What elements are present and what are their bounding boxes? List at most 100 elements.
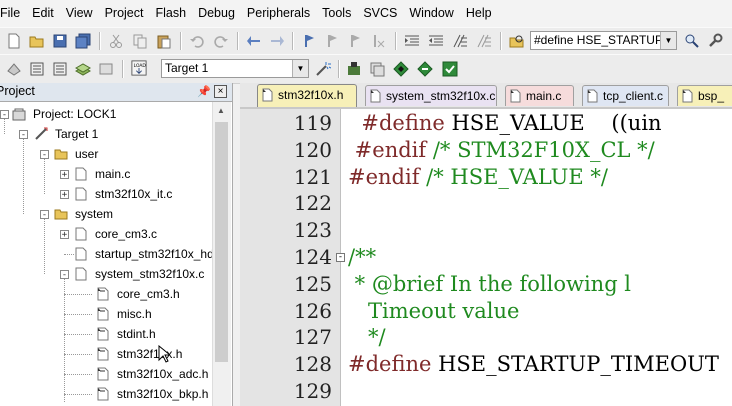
- pack-installer-icon[interactable]: [417, 61, 433, 77]
- h-file-icon: [96, 307, 110, 321]
- menu-svcs[interactable]: SVCS: [357, 0, 403, 27]
- tree-item[interactable]: stm32f10x_adc.h: [0, 364, 212, 384]
- manage-components-icon[interactable]: [346, 61, 362, 77]
- code-directive: #endif: [348, 164, 427, 189]
- tree-item[interactable]: stm32f10x_bkp.h: [0, 384, 212, 404]
- menu-tools[interactable]: Tools: [316, 0, 357, 27]
- new-file-icon[interactable]: [6, 33, 22, 49]
- download-load-icon[interactable]: LOAD: [131, 60, 147, 76]
- menu-window[interactable]: Window: [403, 0, 459, 27]
- tree-item[interactable]: stm32f10x.h: [0, 344, 212, 364]
- navigate-back-icon[interactable]: [246, 33, 262, 49]
- tab-system-stm32f10x-c[interactable]: system_stm32f10x.c: [365, 85, 497, 106]
- tree-item-label: Project: LOCK1: [33, 107, 117, 121]
- build-icon[interactable]: [29, 61, 45, 77]
- target-combo[interactable]: Target 1 ▼: [161, 59, 309, 78]
- tree-item[interactable]: + stm32f10x_it.c: [0, 184, 212, 204]
- tree-item[interactable]: startup_stm32f10x_hd: [0, 244, 212, 264]
- tree-item[interactable]: - user: [0, 144, 212, 164]
- unindent-icon[interactable]: [428, 33, 444, 49]
- scrollbar-thumb[interactable]: [215, 122, 228, 362]
- tree-item[interactable]: + core_cm3.c: [0, 224, 212, 244]
- target-options-wand-icon[interactable]: [315, 61, 331, 77]
- menu-bar: File Edit View Project Flash Debug Peripherals…: [0, 0, 732, 27]
- open-folder-icon[interactable]: [29, 33, 45, 49]
- tree-item[interactable]: misc.h: [0, 304, 212, 324]
- copy-icon[interactable]: [132, 33, 148, 49]
- tree-item[interactable]: - system: [0, 204, 212, 224]
- settings-wrench-icon[interactable]: [707, 33, 723, 49]
- fold-collapse-icon[interactable]: -: [336, 253, 345, 262]
- code-editor[interactable]: 119 #define HSE_VALUE ((uin 120 #endif /*…: [240, 109, 732, 406]
- tree-connector: [64, 394, 92, 395]
- pin-icon[interactable]: 📌: [197, 85, 211, 98]
- bookmark-prev-icon[interactable]: [324, 33, 340, 49]
- stop-build-icon[interactable]: [98, 61, 114, 77]
- scroll-up-icon[interactable]: ▲: [217, 106, 225, 115]
- select-packs-icon[interactable]: [393, 61, 409, 77]
- menu-help[interactable]: Help: [460, 0, 498, 27]
- tree-item[interactable]: core_cm3.h: [0, 284, 212, 304]
- code-directive: #endif: [348, 137, 433, 162]
- menu-view[interactable]: View: [60, 0, 99, 27]
- find-in-files-icon[interactable]: [509, 33, 525, 49]
- tab-main-c[interactable]: main.c: [505, 85, 574, 106]
- menu-edit[interactable]: Edit: [26, 0, 60, 27]
- find-combo-value: #define HSE_STARTUP_TI: [534, 33, 677, 47]
- redo-icon[interactable]: [213, 33, 229, 49]
- tree-connector: [64, 374, 92, 375]
- tree-item[interactable]: stdint.h: [0, 324, 212, 344]
- menu-debug[interactable]: Debug: [192, 0, 241, 27]
- h-file-icon: [96, 347, 110, 361]
- collapse-icon[interactable]: -: [40, 150, 49, 160]
- tab-tcp-client-c[interactable]: tcp_client.c: [582, 85, 669, 106]
- menu-project[interactable]: Project: [99, 0, 150, 27]
- tree-connector: [64, 294, 92, 295]
- tree-item[interactable]: + main.c: [0, 164, 212, 184]
- paste-icon[interactable]: [156, 33, 172, 49]
- tab-bsp-[interactable]: bsp_: [677, 85, 732, 106]
- code-line: */: [348, 324, 386, 351]
- file-tab-icon: [587, 89, 599, 103]
- chevron-down-icon[interactable]: ▼: [292, 60, 308, 77]
- run-time-env-icon[interactable]: [442, 61, 458, 77]
- compile-icon[interactable]: [6, 61, 22, 77]
- save-all-icon[interactable]: [75, 33, 91, 49]
- menu-file[interactable]: File: [0, 0, 26, 27]
- rebuild-icon[interactable]: [52, 61, 68, 77]
- navigate-forward-icon[interactable]: [269, 33, 285, 49]
- find-icon[interactable]: [684, 33, 700, 49]
- collapse-icon[interactable]: -: [60, 270, 69, 280]
- find-combo[interactable]: #define HSE_STARTUP_TI ▼: [530, 31, 677, 50]
- code-comment: Timeout value: [348, 298, 520, 323]
- tree-item[interactable]: - Project: LOCK1: [0, 104, 212, 124]
- collapse-icon[interactable]: -: [19, 130, 28, 140]
- chevron-down-icon[interactable]: ▼: [660, 32, 676, 49]
- code-text: HSE_VALUE ((uin: [451, 111, 662, 135]
- tree-item[interactable]: - Target 1: [0, 124, 212, 144]
- batch-build-icon[interactable]: [75, 61, 91, 77]
- comment-icon[interactable]: [452, 33, 468, 49]
- menu-flash[interactable]: Flash: [149, 0, 192, 27]
- close-icon[interactable]: ×: [214, 85, 227, 98]
- tree-item-label: stm32f10x_it.c: [95, 187, 173, 201]
- indent-icon[interactable]: [404, 33, 420, 49]
- expand-icon[interactable]: +: [60, 170, 69, 180]
- tree-item[interactable]: - system_stm32f10x.c: [0, 264, 212, 284]
- menu-peripherals[interactable]: Peripherals: [241, 0, 316, 27]
- expand-icon[interactable]: +: [60, 190, 69, 200]
- tree-item-label: startup_stm32f10x_hd: [95, 247, 212, 261]
- bookmark-toggle-icon[interactable]: [301, 33, 317, 49]
- collapse-icon[interactable]: -: [40, 210, 49, 220]
- vertical-scrollbar[interactable]: ▲: [212, 102, 231, 406]
- tab-stm32f10x-h[interactable]: stm32f10x.h: [257, 84, 357, 107]
- uncomment-icon[interactable]: [476, 33, 492, 49]
- bookmark-next-icon[interactable]: [347, 33, 363, 49]
- expand-icon[interactable]: +: [60, 230, 69, 240]
- file-extensions-icon[interactable]: [369, 61, 385, 77]
- undo-icon[interactable]: [189, 33, 205, 49]
- bookmark-clear-icon[interactable]: [370, 33, 386, 49]
- save-icon[interactable]: [52, 33, 68, 49]
- collapse-icon[interactable]: -: [0, 110, 9, 120]
- cut-icon[interactable]: [108, 33, 124, 49]
